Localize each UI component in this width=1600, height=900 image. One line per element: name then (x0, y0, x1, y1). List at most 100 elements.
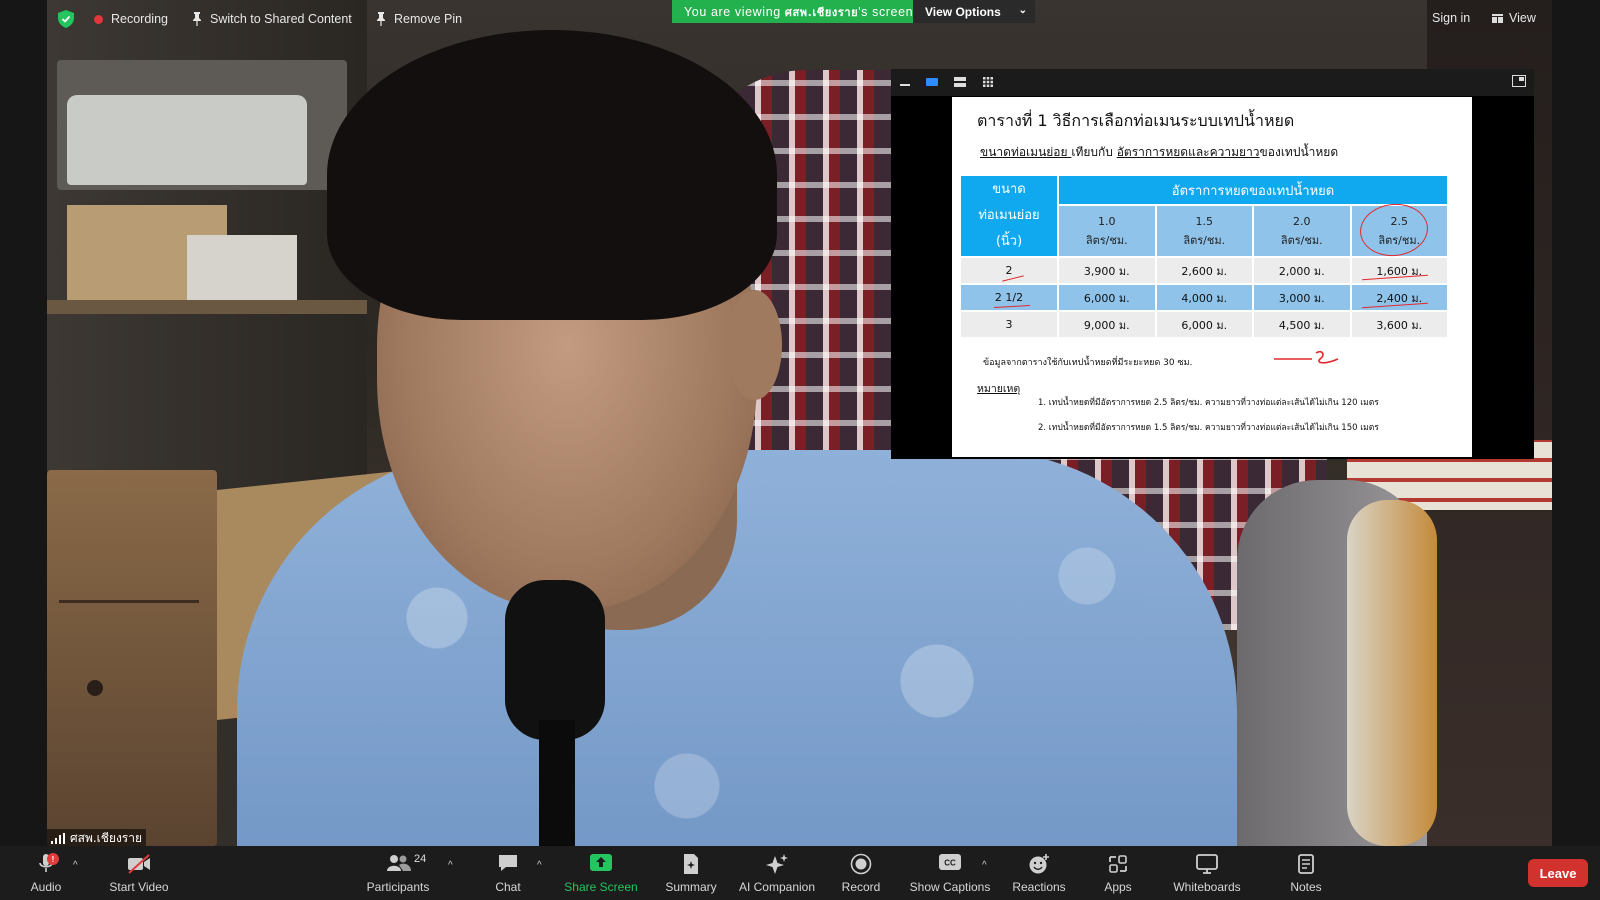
captions-cc-icon: CC (939, 854, 961, 870)
leave-button[interactable]: Leave (1528, 859, 1588, 887)
viewing-suffix: 's screen (858, 4, 914, 19)
document-note: ข้อมูลจากตารางใช้กับเทปน้ำหยดที่มีระยะหย… (983, 358, 1193, 368)
meeting-toolbar: Audio ^ Start Video 24 Participants ^ Ch… (0, 846, 1600, 900)
ai-companion-button[interactable]: AI Companion (736, 846, 818, 900)
shared-content-panel[interactable]: ตารางที่ 1 วิธีการเลือกท่อเมนระบบเทปน้ำห… (891, 69, 1534, 459)
microphone (505, 580, 605, 740)
chat-icon (499, 855, 517, 871)
exit-fullscreen-icon[interactable] (1512, 75, 1526, 87)
show-captions-button[interactable]: CC Show Captions (908, 846, 992, 900)
audio-button[interactable]: Audio (26, 846, 66, 900)
audio-label: Audio (30, 880, 62, 894)
length-cell: 3,600 ม. (1351, 312, 1447, 337)
view-button[interactable]: View (1492, 11, 1536, 25)
cabinet-drawer (59, 600, 199, 603)
background-cloth (67, 95, 307, 185)
viewing-name: ศสพ.เชียงราย (784, 5, 859, 19)
participants-button[interactable]: 24 Participants (360, 846, 436, 900)
rate-value: 1.0 (1098, 215, 1116, 228)
reactions-label: Reactions (1012, 880, 1066, 894)
recording-label: Recording (111, 12, 168, 26)
view-label: View (1509, 11, 1536, 25)
summary-button[interactable]: Summary (662, 846, 720, 900)
cabinet-knob (87, 680, 103, 696)
start-video-button[interactable]: Start Video (104, 846, 174, 900)
audio-options-caret-icon[interactable]: ^ (73, 860, 78, 871)
signal-strength-icon (51, 833, 65, 844)
rate-column-header: 1.0 ลิตร/ชม. (1059, 206, 1155, 256)
annotation-scribble (1274, 350, 1339, 364)
participants-options-caret-icon[interactable]: ^ (448, 860, 453, 871)
notes-icon (1298, 854, 1314, 874)
person-shirt (237, 450, 1237, 846)
document-title: ตารางที่ 1 วิธีการเลือกท่อเมนระบบเทปน้ำห… (977, 111, 1295, 130)
rate-value: 1.5 (1195, 215, 1214, 228)
rate-header: อัตราการหยดของเทปน้ำหยด (1059, 176, 1447, 204)
length-cell: 4,000 ม. (1156, 285, 1252, 310)
single-view-icon[interactable] (926, 77, 938, 87)
reactions-smiley-icon (1029, 854, 1049, 874)
pin-icon (193, 12, 201, 26)
chat-label: Chat (495, 880, 521, 894)
whiteboard-icon (1196, 854, 1218, 874)
length-cell: 6,000 ม. (1156, 312, 1252, 337)
chair-rim (1347, 500, 1437, 846)
shield-icon[interactable] (58, 10, 74, 28)
length-cell: 9,000 ม. (1059, 312, 1155, 337)
whiteboards-button[interactable]: Whiteboards (1170, 846, 1244, 900)
microphone-handle (539, 720, 575, 846)
start-video-label: Start Video (109, 880, 169, 894)
side-by-side-view-icon[interactable] (954, 77, 966, 87)
recording-indicator[interactable]: Recording (94, 8, 168, 30)
background-cabinet (47, 470, 217, 846)
record-button[interactable]: Record (836, 846, 886, 900)
document-remark-item: 1. เทปน้ำหยดที่มีอัตราการหยด 2.5 ลิตร/ชม… (1038, 398, 1379, 408)
size-header-line: (นิ้ว) (995, 234, 1023, 249)
view-layout-icon (1492, 13, 1503, 23)
switch-to-shared-content-button[interactable]: Switch to Shared Content (192, 8, 352, 30)
participants-label: Participants (366, 880, 430, 894)
chat-button[interactable]: Chat (490, 846, 526, 900)
record-icon (850, 853, 872, 875)
size-header: ขนาด ท่อเมนย่อย (นิ้ว) (961, 176, 1057, 256)
shared-content-toolbar (891, 69, 1534, 96)
notes-label: Notes (1290, 880, 1322, 894)
captions-options-caret-icon[interactable]: ^ (982, 860, 987, 871)
notes-button[interactable]: Notes (1284, 846, 1328, 900)
apps-icon (1109, 855, 1127, 873)
person-hair (327, 30, 777, 320)
subtitle-part1: ขนาดท่อเมนย่อย (980, 145, 1072, 159)
subtitle-part4: ของเทปน้ำหยด (1259, 145, 1339, 159)
rate-unit: ลิตร/ชม. (1280, 234, 1323, 247)
document-remark-item: 2. เทปน้ำหยดที่มีอัตราการหยด 1.5 ลิตร/ชม… (1038, 423, 1379, 433)
minimize-icon[interactable] (899, 77, 911, 87)
subtitle-part2: เทียบกับ (1071, 145, 1117, 159)
subtitle-part3: อัตราการหยดและความยาว (1116, 145, 1260, 159)
remove-pin-label: Remove Pin (394, 12, 463, 26)
person-ear (727, 290, 782, 400)
table-row: 3 9,000 ม. 6,000 ม. 4,500 ม. 3,600 ม. (961, 312, 1447, 337)
share-screen-icon (590, 854, 612, 871)
share-screen-button[interactable]: Share Screen (564, 846, 638, 900)
record-label: Record (841, 880, 881, 894)
rate-value: 2.0 (1293, 215, 1311, 228)
rate-unit: ลิตร/ชม. (1085, 234, 1128, 247)
sign-in-button[interactable]: Sign in (1432, 11, 1470, 25)
length-cell: 2,600 ม. (1156, 258, 1252, 283)
size-header-line: ขนาด (992, 182, 1026, 197)
share-screen-label: Share Screen (564, 880, 638, 894)
document-remark-label: หมายเหตุ (977, 383, 1021, 395)
summary-label: Summary (665, 880, 717, 894)
reactions-button[interactable]: Reactions (1010, 846, 1068, 900)
remove-pin-button[interactable]: Remove Pin (376, 8, 462, 30)
chevron-down-icon: ⌄ (1018, 5, 1027, 16)
view-options-dropdown[interactable]: View Options ⌄ (913, 0, 1035, 23)
gallery-grid-icon[interactable] (982, 77, 994, 87)
background-box-small (187, 235, 297, 305)
size-cell: 3 (961, 312, 1057, 337)
recording-dot-icon (94, 14, 103, 24)
chat-options-caret-icon[interactable]: ^ (537, 860, 542, 871)
length-cell: 6,000 ม. (1059, 285, 1155, 310)
apps-button[interactable]: Apps (1098, 846, 1138, 900)
switch-label: Switch to Shared Content (210, 12, 352, 26)
